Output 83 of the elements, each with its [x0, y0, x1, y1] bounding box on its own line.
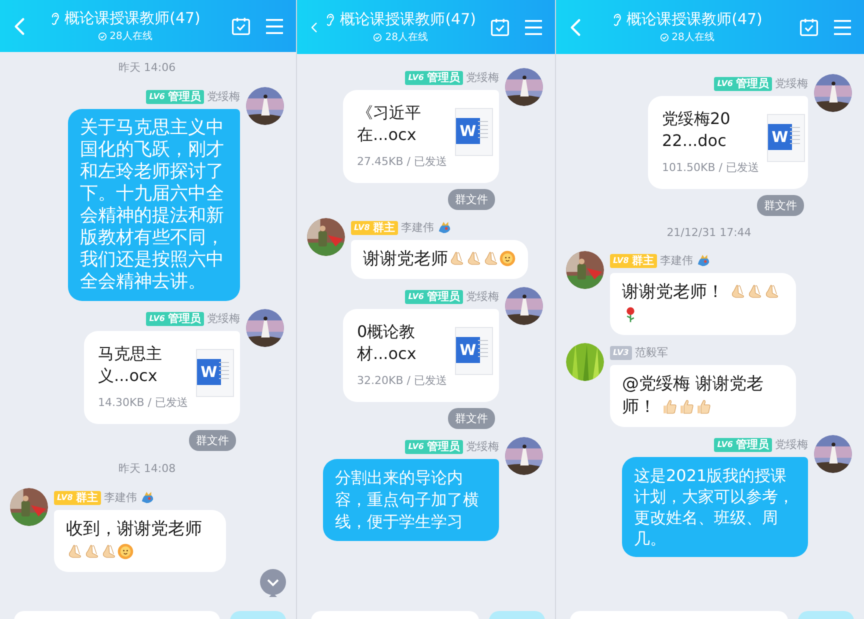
level-badge: LV6 管理员	[714, 438, 772, 452]
thumbs-up-icon	[661, 398, 678, 415]
message-bubble: 谢谢党老师！	[610, 273, 796, 335]
ear-icon[interactable]	[612, 12, 622, 27]
praying-hands-icon	[729, 283, 746, 300]
sender-name: 党绥梅	[775, 437, 808, 452]
document-icon: W	[454, 327, 493, 375]
sender-name: 李建伟	[660, 253, 693, 268]
group-title: 概论课授课教师(47)	[64, 9, 200, 28]
praying-hands-icon	[465, 250, 482, 267]
sender-name: 党绥梅	[207, 311, 240, 326]
document-icon: W	[454, 108, 493, 156]
document-icon: W	[766, 114, 805, 162]
menu-icon[interactable]	[524, 18, 543, 36]
calendar-icon[interactable]	[490, 17, 510, 37]
file-card[interactable]: 《习近平在...ocx 27.45KB / 已发送 W	[343, 90, 499, 183]
praying-hands-icon	[763, 283, 780, 300]
group-title: 概论课授课教师(47)	[340, 10, 476, 29]
sender-name: 李建伟	[400, 220, 434, 235]
file-name: 《习近平在...ocx	[357, 102, 422, 146]
calendar-icon[interactable]	[230, 16, 251, 36]
timestamp: 昨天 14:08	[118, 461, 176, 476]
file-status: 101.50KB / 已发送	[662, 160, 759, 176]
status-icon	[98, 32, 107, 40]
sender-name: 党绥梅	[466, 289, 499, 304]
level-badge: LV8 群主	[351, 220, 398, 234]
document-icon: W	[196, 349, 234, 397]
message-bubble: 谢谢党老师	[351, 240, 528, 279]
group-title: 概论课授课教师(47)	[626, 10, 762, 29]
file-card[interactable]: 0概论教材...ocx 32.20KB / 已发送 W	[343, 309, 499, 402]
sun-icon	[117, 543, 134, 560]
online-count: 28人在线	[672, 30, 714, 44]
thumbs-up-icon	[695, 398, 712, 415]
file-name: 0概论教材...ocx	[357, 321, 418, 365]
level-badge: LV6 管理员	[146, 312, 204, 326]
message-bubble: @党绥梅 谢谢党老师！	[610, 365, 796, 427]
message-bubble: 这是2021版我的授课计划，大家可以参考，更改姓名、班级、周几。	[622, 457, 808, 557]
praying-hands-icon	[100, 543, 117, 560]
ear-icon[interactable]	[50, 11, 60, 26]
timestamp: 21/12/31 17:44	[666, 226, 752, 239]
back-icon[interactable]	[570, 18, 581, 36]
calendar-icon[interactable]	[798, 17, 819, 37]
sender-name: 党绥梅	[466, 70, 499, 85]
message-bubble: 分割出来的导论内容，重点句子加了横线，便于学生学习	[323, 459, 499, 541]
file-card[interactable]: 党绥梅2022...doc 101.50KB / 已发送 W	[648, 96, 808, 189]
level-badge: LV3	[610, 346, 632, 360]
file-status: 27.45KB / 已发送	[357, 154, 447, 170]
sender-name: 党绥梅	[466, 439, 499, 454]
online-count: 28人在线	[385, 30, 428, 44]
status-icon	[373, 32, 382, 42]
menu-icon[interactable]	[264, 18, 284, 34]
sender-name: 李建伟	[104, 490, 137, 505]
file-card[interactable]: 马克思主义...ocx 14.30KB / 已发送 W	[84, 331, 240, 424]
file-status: 32.20KB / 已发送	[357, 373, 447, 389]
level-badge: LV8 群主	[54, 490, 101, 504]
message-bubble: 关于马克思主义中国化的飞跃，刚才和左玲老师探讨了下。十九届六中全会精神的提法和新版教材有些不同，我们还是按照六中全会精神去讲。	[68, 109, 240, 301]
back-icon[interactable]	[14, 16, 25, 36]
file-name: 马克思主义...ocx	[98, 343, 163, 387]
thumbs-up-icon	[678, 398, 696, 415]
praying-hands-icon	[482, 250, 499, 267]
level-badge: LV8 群主	[610, 254, 657, 268]
level-badge: LV6 管理员	[405, 290, 463, 304]
sender-name: 范毅军	[634, 345, 668, 360]
sender-name: 党绥梅	[775, 76, 808, 91]
file-name: 党绥梅2022...doc	[662, 108, 732, 152]
sender-name: 党绥梅	[207, 89, 240, 104]
sun-icon	[499, 250, 516, 267]
praying-hands-icon	[83, 543, 100, 560]
message-bubble: 收到，谢谢党老师	[54, 510, 226, 572]
level-badge: LV6 管理员	[405, 440, 463, 454]
praying-hands-icon	[66, 543, 83, 560]
scroll-down-button[interactable]	[260, 569, 286, 599]
ear-icon[interactable]	[325, 12, 336, 27]
menu-icon[interactable]	[832, 18, 852, 36]
level-badge: LV6 管理员	[714, 76, 772, 90]
praying-hands-icon	[746, 283, 764, 300]
file-status: 14.30KB / 已发送	[98, 395, 188, 411]
online-count: 28人在线	[110, 30, 152, 43]
level-badge: LV6 管理员	[146, 90, 204, 104]
level-badge: LV6 管理员	[405, 70, 463, 84]
status-icon	[660, 32, 669, 42]
praying-hands-icon	[448, 250, 465, 267]
timestamp: 昨天 14:06	[118, 60, 176, 75]
